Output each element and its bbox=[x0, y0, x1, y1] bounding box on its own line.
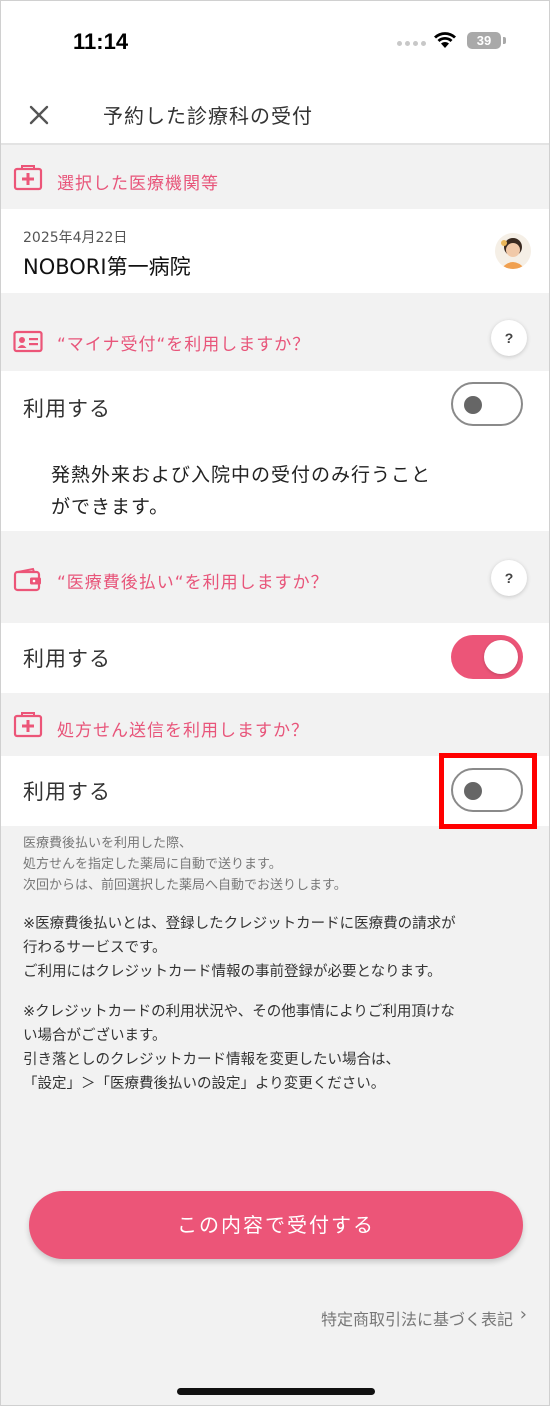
facility-card[interactable]: 2025年4月22日 NOBORI第一病院 bbox=[1, 209, 549, 293]
mynumber-toggle[interactable] bbox=[451, 382, 523, 426]
note-line: ※医療費後払いとは、登録したクレジットカードに医療費の請求が bbox=[23, 916, 456, 932]
note-line: 医療費後払いを利用した際、 bbox=[23, 836, 193, 851]
note-line: ご利用にはクレジットカード情報の事前登録が必要となります。 bbox=[23, 964, 442, 980]
prescription-use-label: 利用する bbox=[23, 780, 111, 804]
facility-name: NOBORI第一病院 bbox=[23, 255, 191, 279]
nav-header: 予約した診療科の受付 bbox=[1, 81, 549, 145]
deferred-payment-help-button[interactable]: ? bbox=[491, 560, 527, 596]
legal-notice-link[interactable]: 特定商取引法に基づく表記 bbox=[321, 1306, 513, 1330]
deferred-payment-description: ※医療費後払いとは、登録したクレジットカードに医療費の請求が 行わるサービスです… bbox=[23, 912, 533, 984]
visit-date: 2025年4月22日 bbox=[23, 230, 128, 246]
close-icon[interactable] bbox=[25, 101, 53, 129]
hospital-icon bbox=[13, 712, 43, 738]
deferred-payment-use-label: 利用する bbox=[23, 647, 111, 671]
deferred-payment-row: 利用する bbox=[1, 623, 549, 693]
app-screen: 11:14 39 予約した診療科の受付 選択した医療機関等 2025年4月22日… bbox=[0, 0, 550, 1406]
section-label: 処方せん送信を利用しますか？ bbox=[57, 721, 309, 741]
note-line: 引き落としのクレジットカード情報を変更したい場合は、 bbox=[23, 1052, 400, 1068]
note-line: ※クレジットカードの利用状況や、その他事情によりご利用頂けな bbox=[23, 1004, 455, 1020]
section-prescription: 処方せん送信を利用しますか？ bbox=[1, 694, 549, 756]
mynumber-help-button[interactable]: ? bbox=[491, 320, 527, 356]
avatar bbox=[495, 233, 531, 269]
mynumber-use-label: 利用する bbox=[23, 397, 111, 421]
cellular-signal-icon bbox=[397, 41, 426, 46]
notes: 医療費後払いを利用した際、 処方せんを指定した薬局に自動で送ります。 次回からは… bbox=[23, 833, 533, 1096]
wallet-icon bbox=[13, 567, 41, 592]
hospital-icon bbox=[13, 165, 43, 191]
battery-icon: 39 bbox=[467, 32, 501, 49]
mynumber-row: 利用する 発熱外来および入院中の受付のみ行うこと ができます。 bbox=[1, 371, 549, 531]
note-line: 次回からは、前回選択した薬局へ自動でお送りします。 bbox=[23, 878, 347, 893]
home-indicator bbox=[177, 1388, 375, 1395]
toggle-knob bbox=[464, 396, 482, 414]
page-title: 予約した診療科の受付 bbox=[103, 104, 313, 128]
prescription-note: 医療費後払いを利用した際、 処方せんを指定した薬局に自動で送ります。 次回からは… bbox=[23, 833, 533, 896]
mynumber-note-line: ができます。 bbox=[51, 496, 170, 518]
chevron-right-icon: › bbox=[519, 1304, 527, 1325]
status-bar: 11:14 39 bbox=[1, 1, 549, 81]
section-label: 選択した医療機関等 bbox=[57, 174, 219, 194]
mynumber-note-line: 発熱外来および入院中の受付のみ行うこと bbox=[51, 464, 432, 486]
submit-reception-button[interactable]: この内容で受付する bbox=[29, 1191, 523, 1259]
prescription-row: 利用する bbox=[1, 756, 549, 826]
note-line: 行わるサービスです。 bbox=[23, 940, 167, 956]
wifi-icon bbox=[434, 32, 456, 48]
toggle-knob bbox=[484, 640, 518, 674]
note-line: 処方せんを指定した薬局に自動で送ります。 bbox=[23, 857, 282, 872]
section-label: “医療費後払い“を利用しますか？ bbox=[57, 573, 329, 593]
id-card-icon bbox=[13, 330, 43, 353]
note-line: 「設定」＞「医療費後払いの設定」より変更ください。 bbox=[23, 1076, 386, 1092]
mynumber-note: 発熱外来および入院中の受付のみ行うこと ができます。 bbox=[51, 459, 491, 523]
section-mynumber: “マイナ受付“を利用しますか？ ? bbox=[1, 309, 549, 371]
toggle-knob bbox=[464, 782, 482, 800]
section-selected-facility: 選択した医療機関等 bbox=[1, 147, 549, 209]
status-time: 11:14 bbox=[73, 29, 129, 54]
deferred-payment-toggle[interactable] bbox=[451, 635, 523, 679]
battery-tip bbox=[503, 37, 506, 44]
section-label: “マイナ受付“を利用しますか？ bbox=[57, 335, 311, 355]
credit-card-note: ※クレジットカードの利用状況や、その他事情によりご利用頂けな い場合がございます… bbox=[23, 1000, 533, 1096]
note-line: い場合がございます。 bbox=[23, 1028, 167, 1044]
prescription-toggle[interactable] bbox=[451, 768, 523, 812]
section-deferred-payment: “医療費後払い“を利用しますか？ ? bbox=[1, 547, 549, 609]
